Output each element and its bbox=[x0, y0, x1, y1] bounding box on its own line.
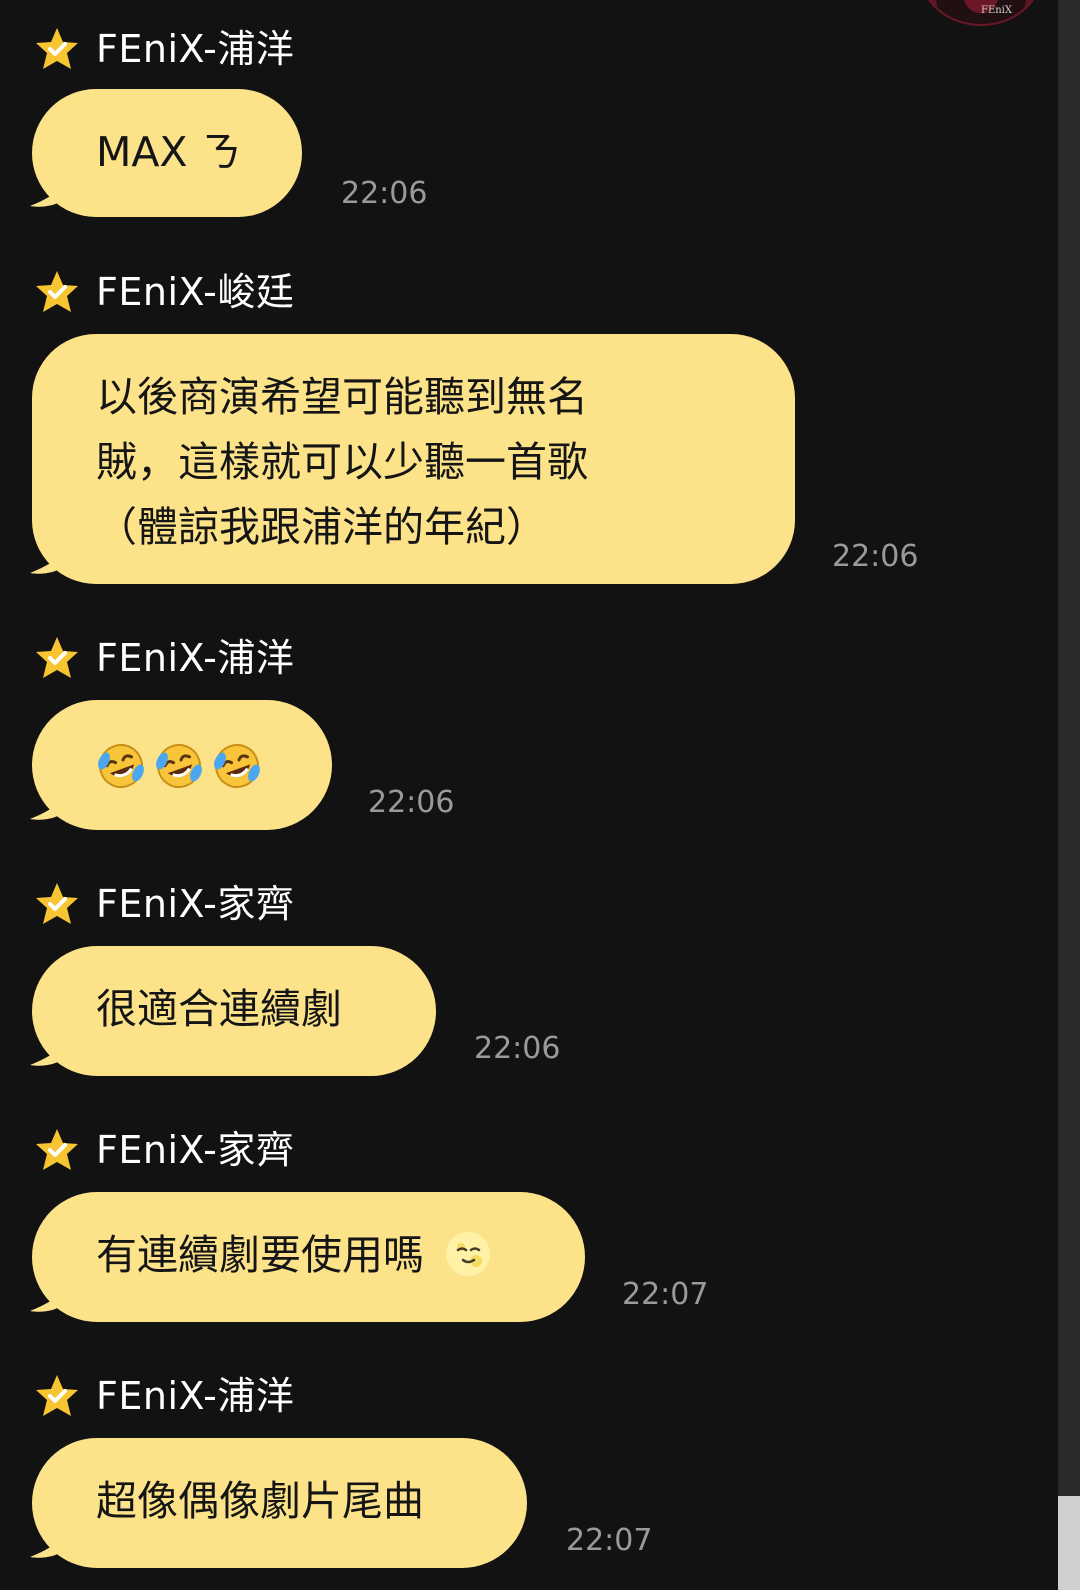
message-timestamp: 22:06 bbox=[474, 1031, 561, 1066]
star-check-icon bbox=[36, 637, 78, 678]
sender-name: FEniX-浦洋 bbox=[96, 1374, 295, 1418]
avatar-label: FEniX bbox=[981, 5, 1012, 16]
message-bubble[interactable] bbox=[30, 700, 332, 830]
message-bubble[interactable]: 很適合連續劇 bbox=[30, 946, 436, 1076]
message-text-line: 以後商演希望可能聽到無名 bbox=[96, 373, 588, 421]
sender-name: FEniX-峻廷 bbox=[96, 270, 295, 314]
sender-row: FEniX-浦洋 bbox=[34, 23, 294, 75]
message-timestamp: 22:06 bbox=[341, 176, 428, 211]
rolling-laughing-emoji bbox=[156, 744, 202, 788]
message-item: FEniX-浦洋 22:06 bbox=[0, 632, 1050, 842]
star-check-icon bbox=[36, 271, 78, 312]
message-timestamp: 22:07 bbox=[622, 1277, 709, 1312]
scrollbar[interactable] bbox=[1058, 0, 1080, 1590]
message-text: MAX ㄋ bbox=[96, 128, 242, 176]
star-check-icon bbox=[36, 1375, 78, 1416]
rolling-laughing-emoji bbox=[98, 744, 144, 788]
sender-row: FEniX-浦洋 bbox=[34, 1370, 294, 1422]
message-text-line: 賊，這樣就可以少聽一首歌 bbox=[96, 438, 588, 486]
message-item: FEniX-浦洋 超像偶像劇片尾曲 22:07 bbox=[0, 1370, 1050, 1580]
emoji-row bbox=[96, 741, 262, 791]
sender-name: FEniX-家齊 bbox=[96, 1128, 295, 1172]
message-timestamp: 22:07 bbox=[566, 1523, 653, 1558]
message-bubble[interactable]: 有連續劇要使用嗎 bbox=[30, 1192, 585, 1322]
bubble-tail-shape bbox=[30, 799, 64, 820]
message-bubble[interactable]: MAX ㄋ bbox=[30, 89, 302, 217]
message-text-line: （體諒我跟浦洋的年紀） bbox=[96, 503, 547, 551]
message-text: 很適合連續劇 bbox=[96, 985, 342, 1033]
star-check-icon bbox=[36, 28, 78, 69]
bubble-tail-shape bbox=[30, 1537, 64, 1558]
message-bubble[interactable]: 超像偶像劇片尾曲 bbox=[30, 1438, 527, 1568]
message-timestamp: 22:06 bbox=[368, 785, 455, 820]
bubble-tail-shape bbox=[30, 186, 64, 207]
message-item: FEniX-浦洋 MAX ㄋ 22:06 bbox=[0, 23, 1050, 233]
sender-name: FEniX-家齊 bbox=[96, 882, 295, 926]
message-timestamp: 22:06 bbox=[832, 539, 919, 574]
bubble-tail-shape bbox=[30, 1291, 64, 1312]
sender-name: FEniX-浦洋 bbox=[96, 636, 295, 680]
message-item: FEniX-家齊 很適合連續劇 22:06 bbox=[0, 878, 1050, 1088]
bubble-tail-shape bbox=[30, 1045, 64, 1066]
full-moon-face-emoji bbox=[446, 1232, 491, 1276]
chat-window: FEniX FEniX-浦洋 MAX ㄋ 22:06 FEniX-峻廷 以後商演… bbox=[0, 0, 1080, 1590]
message-item: FEniX-家齊 有連續劇要使用嗎 22:07 bbox=[0, 1124, 1050, 1334]
sender-name: FEniX-浦洋 bbox=[96, 27, 295, 71]
message-text: 超像偶像劇片尾曲 bbox=[96, 1477, 424, 1525]
star-check-icon bbox=[36, 1129, 78, 1170]
sender-row: FEniX-峻廷 bbox=[34, 266, 294, 318]
star-check-icon bbox=[36, 883, 78, 924]
rolling-laughing-emoji bbox=[214, 744, 260, 788]
message-item: FEniX-峻廷 以後商演希望可能聽到無名 賊，這樣就可以少聽一首歌 （體諒我跟… bbox=[0, 266, 1050, 596]
sender-row: FEniX-浦洋 bbox=[34, 632, 294, 684]
scrollbar-thumb[interactable] bbox=[1058, 1496, 1080, 1590]
message-text: 有連續劇要使用嗎 bbox=[96, 1231, 424, 1279]
sender-row: FEniX-家齊 bbox=[34, 1124, 294, 1176]
bubble-tail-shape bbox=[30, 553, 64, 574]
sender-row: FEniX-家齊 bbox=[34, 878, 294, 930]
message-bubble[interactable]: 以後商演希望可能聽到無名 賊，這樣就可以少聽一首歌 （體諒我跟浦洋的年紀） bbox=[30, 334, 795, 584]
